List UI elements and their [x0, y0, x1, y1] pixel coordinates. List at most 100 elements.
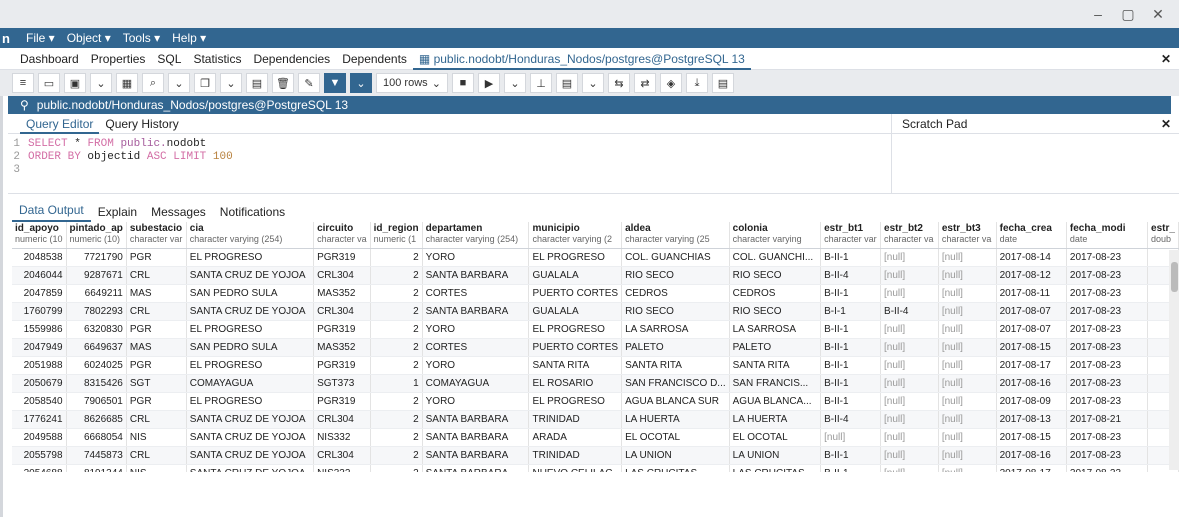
table-cell[interactable]: 2017-08-23: [1066, 284, 1149, 303]
table-cell[interactable]: [null]: [938, 410, 997, 429]
table-cell[interactable]: CRL304: [313, 302, 371, 321]
table-cell[interactable]: 2047949: [12, 338, 67, 357]
table-cell[interactable]: 2017-08-21: [1066, 410, 1149, 429]
table-cell[interactable]: EL PROGRESO: [186, 356, 315, 375]
table-cell[interactable]: SAN PEDRO SULA: [186, 338, 315, 357]
table-cell[interactable]: 2017-08-23: [1066, 428, 1149, 447]
table-cell[interactable]: [null]: [938, 302, 997, 321]
table-cell[interactable]: RIO SECO: [729, 302, 822, 321]
save-icon[interactable]: ▣: [64, 73, 86, 93]
table-cell[interactable]: 2017-08-16: [996, 446, 1067, 465]
table-cell[interactable]: B-II-1: [820, 320, 882, 339]
close-window-button[interactable]: ✕: [1143, 6, 1173, 23]
tab-dependencies[interactable]: Dependencies: [247, 52, 336, 66]
table-cell[interactable]: CRL: [126, 410, 187, 429]
filter-dropdown-icon[interactable]: ⌄: [350, 73, 372, 93]
table-cell[interactable]: B-II-1: [820, 248, 882, 267]
table-cell[interactable]: 2047859: [12, 284, 67, 303]
tab-statistics[interactable]: Statistics: [187, 52, 247, 66]
table-cell[interactable]: PALETO: [729, 338, 822, 357]
table-cell[interactable]: CEDROS: [729, 284, 822, 303]
table-cell[interactable]: MAS: [126, 284, 187, 303]
tab-sql[interactable]: SQL: [151, 52, 187, 66]
table-row[interactable]: 2047949 6649637 MAS SAN PEDRO SULA MAS352 2 CO…: [12, 338, 1179, 357]
table-cell[interactable]: AGUA BLANCA SUR: [621, 392, 730, 411]
search-dropdown-icon[interactable]: ⌄: [168, 73, 190, 93]
table-cell[interactable]: 2: [370, 446, 423, 465]
table-cell[interactable]: B-II-4: [820, 410, 882, 429]
table-cell[interactable]: SANTA RITA: [621, 356, 730, 375]
tab-query-editor[interactable]: Query Editor: [20, 114, 100, 134]
table-cell[interactable]: [null]: [880, 320, 939, 339]
table-cell[interactable]: PALETO: [621, 338, 730, 357]
table-cell[interactable]: [null]: [938, 464, 997, 472]
table-cell[interactable]: PGR319: [313, 320, 371, 339]
table-cell[interactable]: SAN PEDRO SULA: [186, 284, 315, 303]
table-cell[interactable]: 2055798: [12, 446, 67, 465]
table-cell[interactable]: 7721790: [66, 248, 127, 267]
table-cell[interactable]: 1776241: [12, 410, 67, 429]
tab-dependents[interactable]: Dependents: [336, 52, 413, 66]
table-cell[interactable]: YORO: [422, 248, 530, 267]
table-cell[interactable]: EL ROSARIO: [528, 374, 623, 393]
table-cell[interactable]: [null]: [880, 464, 939, 472]
table-cell[interactable]: B-II-1: [820, 356, 882, 375]
table-cell[interactable]: [null]: [938, 320, 997, 339]
table-cell[interactable]: 2: [370, 392, 423, 411]
table-cell[interactable]: 1: [370, 374, 423, 393]
table-cell[interactable]: SANTA BARBARA: [422, 428, 530, 447]
table-cell[interactable]: [null]: [880, 248, 939, 267]
table-cell[interactable]: AGUA BLANCA...: [729, 392, 822, 411]
table-cell[interactable]: 2054688: [12, 464, 67, 472]
table-row[interactable]: 2047859 6649211 MAS SAN PEDRO SULA MAS352 2 CO…: [12, 284, 1179, 303]
column-header[interactable]: pintado_ap numeric (10): [66, 222, 127, 249]
table-cell[interactable]: B-II-1: [820, 446, 882, 465]
table-cell[interactable]: 8626685: [66, 410, 127, 429]
table-cell[interactable]: GUALALA: [528, 266, 623, 285]
table-row[interactable]: 2048538 7721790 PGR EL PROGRESO PGR319 2 YORO E…: [12, 248, 1179, 267]
table-cell[interactable]: SAN FRANCIS...: [729, 374, 822, 393]
table-cell[interactable]: 6320830: [66, 320, 127, 339]
table-cell[interactable]: SAN FRANCISCO D...: [621, 374, 730, 393]
table-cell[interactable]: COMAYAGUA: [186, 374, 315, 393]
table-cell[interactable]: 2049588: [12, 428, 67, 447]
table-cell[interactable]: [null]: [880, 374, 939, 393]
table-cell[interactable]: B-II-4: [820, 266, 882, 285]
execute-dropdown-icon[interactable]: ⌄: [504, 73, 526, 93]
table-cell[interactable]: B-II-1: [820, 284, 882, 303]
table-cell[interactable]: SANTA CRUZ DE YOJOA: [186, 266, 315, 285]
table-row[interactable]: 1776241 8626685 CRL SANTA CRUZ DE YOJOA CRL3…: [12, 410, 1179, 429]
table-cell[interactable]: NIS332: [313, 428, 371, 447]
table-cell[interactable]: [null]: [880, 338, 939, 357]
table-cell[interactable]: 2: [370, 320, 423, 339]
table-cell[interactable]: SGT: [126, 374, 187, 393]
menu-help[interactable]: Help ▾: [172, 31, 206, 45]
column-header[interactable]: municipio character varying (2: [528, 222, 623, 249]
filter-icon[interactable]: ▼: [324, 73, 346, 93]
table-cell[interactable]: EL PROGRESO: [186, 392, 315, 411]
table-cell[interactable]: 2017-08-16: [996, 374, 1067, 393]
table-cell[interactable]: 2017-08-15: [996, 338, 1067, 357]
menu-object[interactable]: Object ▾: [67, 31, 111, 45]
table-cell[interactable]: CRL: [126, 302, 187, 321]
table-cell[interactable]: PGR: [126, 320, 187, 339]
column-header[interactable]: fecha_modi date: [1066, 222, 1149, 249]
column-header[interactable]: estr_bt2 character va: [880, 222, 939, 249]
table-cell[interactable]: PGR: [126, 356, 187, 375]
execute-icon[interactable]: ▶: [478, 73, 500, 93]
column-header[interactable]: colonia character varying: [729, 222, 822, 249]
table-cell[interactable]: [null]: [880, 392, 939, 411]
table-cell[interactable]: 2017-08-11: [996, 284, 1067, 303]
tab-query-tool[interactable]: ▦ public.nodobt/Honduras_Nodos/postgres@…: [412, 48, 751, 70]
table-cell[interactable]: 9287671: [66, 266, 127, 285]
table-cell[interactable]: 2017-08-09: [996, 392, 1067, 411]
table-cell[interactable]: 2017-08-12: [996, 266, 1067, 285]
maximize-button[interactable]: ▢: [1113, 6, 1143, 23]
table-cell[interactable]: 8191344: [66, 464, 127, 472]
table-cell[interactable]: SANTA CRUZ DE YOJOA: [186, 428, 315, 447]
table-cell[interactable]: NUEVO CELILAC: [528, 464, 623, 472]
table-cell[interactable]: [null]: [938, 356, 997, 375]
table-cell[interactable]: CRL: [126, 446, 187, 465]
copy-dropdown-icon[interactable]: ⌄: [220, 73, 242, 93]
column-header[interactable]: departamen character varying (254): [422, 222, 530, 249]
